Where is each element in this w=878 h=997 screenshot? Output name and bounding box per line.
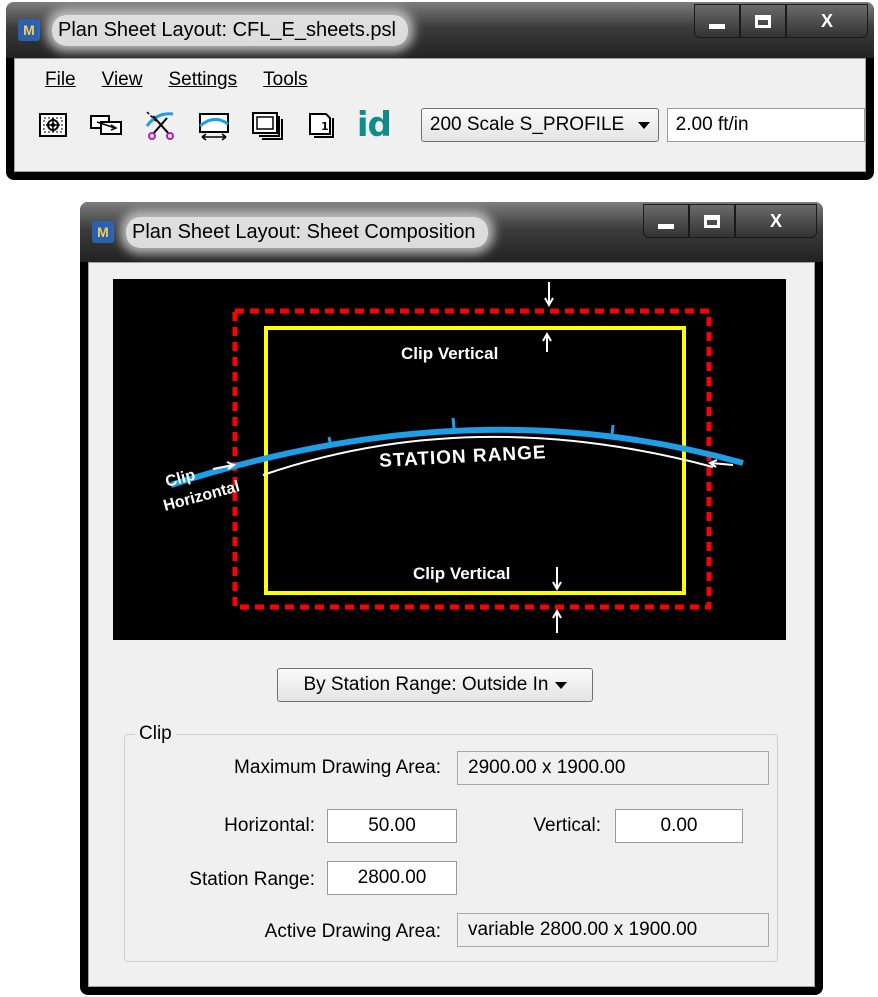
clip-vertical-top-label: Clip Vertical <box>401 344 498 363</box>
menu-view[interactable]: View <box>102 69 143 97</box>
vertical-label: Vertical: <box>533 815 601 836</box>
scale-dropdown[interactable]: 200 Scale S_PROFILE <box>420 108 659 142</box>
clip-groupbox: Clip Maximum Drawing Area: 2900.00 x 190… <box>124 723 778 962</box>
composition-title-bar[interactable]: M Plan Sheet Layout: Sheet Composition X <box>80 202 823 262</box>
tick-mark <box>610 424 615 436</box>
max-drawing-area-label: Maximum Drawing Area: <box>234 757 441 778</box>
active-drawing-area-label: Active Drawing Area: <box>264 921 441 942</box>
menu-view-label: View <box>101 69 143 90</box>
sheet-along-alignment-icon <box>198 113 229 141</box>
place-sheet-button[interactable] <box>37 108 69 142</box>
chevron-down-icon <box>554 681 567 689</box>
tick-mark <box>327 436 333 448</box>
title-bar[interactable]: M Plan Sheet Layout: CFL_E_sheets.psl X <box>6 2 874 58</box>
move-sheet-icon <box>89 115 122 135</box>
maximize-icon <box>704 214 720 228</box>
maximize-button[interactable] <box>740 4 786 38</box>
active-drawing-area-field: variable 2800.00 x 1900.00 <box>457 913 769 947</box>
menu-file[interactable]: File <box>45 69 76 97</box>
menu-tools-label: Tools <box>263 69 308 90</box>
maximize-icon <box>755 14 771 28</box>
menu-tools[interactable]: Tools <box>263 69 307 97</box>
clip-vertical-bottom-label: Clip Vertical <box>413 564 510 583</box>
sheet-id-button[interactable]: id <box>357 108 392 142</box>
tick-mark <box>451 417 456 429</box>
chevron-down-icon <box>637 121 650 129</box>
clip-horizontal-label-line1: Clip <box>164 467 198 491</box>
clip-mode-value: By Station Range: Outside In <box>303 674 549 695</box>
horizontal-label: Horizontal: <box>224 815 315 836</box>
minimize-icon <box>658 223 674 229</box>
toolbar: 1 id 200 Scale S_PROFILE 2.00 ft/in <box>15 97 866 153</box>
station-range-field-label: Station Range: <box>189 869 315 890</box>
composition-preview: Clip Vertical Clip Vertical STATION RANG… <box>113 279 786 640</box>
app-icon: M <box>18 19 40 41</box>
sheet-along-alignment-button[interactable] <box>197 108 231 142</box>
menu-settings-label: Settings <box>168 69 238 90</box>
clip-sheet-button[interactable] <box>143 108 177 142</box>
svg-text:1: 1 <box>321 120 329 133</box>
sheet-composition-icon <box>251 112 283 140</box>
minimize-button[interactable] <box>694 4 740 38</box>
close-button[interactable]: X <box>735 204 817 238</box>
minimize-icon <box>709 23 725 29</box>
close-icon: X <box>820 10 833 31</box>
station-range-label: STATION RANGE <box>379 442 547 472</box>
scale-dropdown-value: 200 Scale S_PROFILE <box>429 114 625 135</box>
clip-sheet-icon <box>145 111 174 140</box>
maximize-button[interactable] <box>689 204 735 238</box>
composition-diagram: Clip Vertical Clip Vertical STATION RANG… <box>162 282 744 633</box>
menu-settings[interactable]: Settings <box>168 69 237 97</box>
horizontal-clip-input[interactable]: 50.00 <box>327 809 457 843</box>
sheet-composition-button[interactable] <box>251 108 285 142</box>
window-title: Plan Sheet Layout: CFL_E_sheets.psl <box>52 14 408 46</box>
composition-client-area: Clip Vertical Clip Vertical STATION RANG… <box>88 262 815 987</box>
close-button[interactable]: X <box>786 4 868 38</box>
scale-ratio-field[interactable]: 2.00 ft/in <box>666 108 866 142</box>
move-sheet-button[interactable] <box>89 108 123 142</box>
station-range-input[interactable]: 2800.00 <box>327 861 457 895</box>
vertical-clip-input[interactable]: 0.00 <box>615 809 743 843</box>
menu-bar: File View Settings Tools <box>15 59 865 97</box>
arrow-up-icon <box>542 331 552 352</box>
main-client-area: File View Settings Tools 1 id 200 Scale … <box>14 58 866 172</box>
place-sheet-icon <box>38 113 67 137</box>
menu-file-label: File <box>45 69 76 90</box>
close-icon: X <box>769 210 782 231</box>
arrow-up-icon <box>552 608 562 633</box>
clip-mode-dropdown[interactable]: By Station Range: Outside In <box>277 668 593 702</box>
clip-group-label: Clip <box>135 723 176 745</box>
sheet-number-button[interactable]: 1 <box>305 108 337 142</box>
arrow-down-icon <box>552 567 562 592</box>
sheet-number-icon: 1 <box>308 113 334 138</box>
window-title: Plan Sheet Layout: Sheet Composition <box>126 216 488 248</box>
plan-sheet-layout-window: M Plan Sheet Layout: CFL_E_sheets.psl X … <box>6 2 874 180</box>
app-icon: M <box>92 221 114 243</box>
arrow-down-icon <box>544 282 554 308</box>
sheet-composition-window: M Plan Sheet Layout: Sheet Composition X <box>80 202 823 995</box>
max-drawing-area-field: 2900.00 x 1900.00 <box>457 751 769 785</box>
minimize-button[interactable] <box>643 204 689 238</box>
